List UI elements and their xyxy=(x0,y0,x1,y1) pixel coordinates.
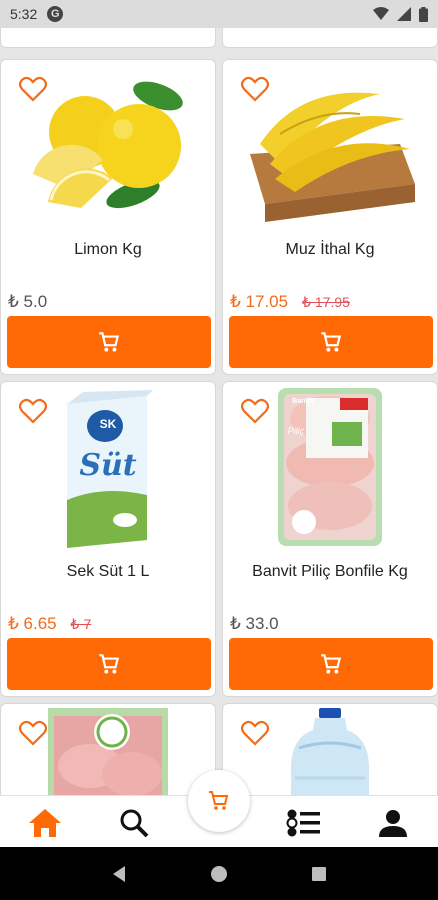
product-name: Limon Kg xyxy=(74,241,142,258)
nav-search[interactable] xyxy=(114,806,154,840)
milk-logo: SK xyxy=(99,417,117,431)
old-price: ₺ 17.95 xyxy=(302,294,350,310)
app-screen: 5:32 G Limon Kg ₺ 5.0 Muz İthal Kg ₺ 17.… xyxy=(0,0,438,900)
product-name: Muz İthal Kg xyxy=(285,241,375,258)
person-icon xyxy=(379,810,407,837)
product-price: ₺ 17.05 xyxy=(230,292,289,311)
search-icon xyxy=(120,809,149,838)
milk-label: Süt xyxy=(79,448,137,483)
back-icon[interactable] xyxy=(111,865,127,883)
bananas-image xyxy=(250,92,415,222)
cart-icon xyxy=(209,791,229,810)
notification-badge: G xyxy=(47,6,64,22)
cart-icon xyxy=(99,332,120,352)
product-grid: Limon Kg ₺ 5.0 Muz İthal Kg ₺ 17.05 ₺ 17… xyxy=(0,0,438,900)
lemons-image xyxy=(33,81,183,209)
old-price: ₺ 7 xyxy=(70,616,92,632)
signal-icon xyxy=(397,7,411,21)
product-card[interactable]: Limon Kg ₺ 5.0 xyxy=(0,59,216,375)
product-name: Sek Süt 1 L xyxy=(66,563,150,580)
home-circle-icon[interactable] xyxy=(210,865,228,883)
product-price: ₺ 33.0 xyxy=(230,614,279,633)
add-to-cart-button[interactable] xyxy=(7,638,211,690)
nav-home[interactable] xyxy=(25,806,65,840)
wifi-icon xyxy=(373,7,389,20)
product-price: ₺ 5.0 xyxy=(8,292,48,311)
cart-icon xyxy=(321,332,342,352)
chicken-pack-image xyxy=(278,388,382,546)
product-card[interactable]: Muz İthal Kg ₺ 17.05 ₺ 17.95 xyxy=(222,59,438,375)
price-row: ₺ 6.65 ₺ 7 xyxy=(8,614,91,634)
meat-pack-image xyxy=(48,708,168,808)
system-navigation xyxy=(0,847,438,900)
battery-icon xyxy=(419,6,428,22)
cart-icon xyxy=(321,654,342,674)
price-row: ₺ 33.0 xyxy=(230,614,279,634)
home-icon xyxy=(29,809,61,837)
chicken-brand: Banvit xyxy=(292,398,314,405)
list-icon xyxy=(286,809,320,837)
product-image xyxy=(223,74,437,224)
product-image xyxy=(1,708,215,808)
price-row: ₺ 5.0 xyxy=(8,292,47,312)
product-card[interactable]: SK Süt Sek Süt 1 L ₺ 6.65 ₺ 7 xyxy=(0,381,216,697)
water-bottle-image xyxy=(291,708,369,808)
price-row: ₺ 17.05 ₺ 17.95 xyxy=(230,292,350,312)
product-image xyxy=(223,388,437,548)
product-name: Banvit Piliç Bonfile Kg xyxy=(252,563,408,580)
nav-orders[interactable] xyxy=(284,806,324,840)
add-to-cart-button[interactable] xyxy=(229,316,433,368)
cart-fab-button[interactable] xyxy=(188,770,250,832)
chicken-sub: Piliç xyxy=(287,426,305,436)
recents-icon[interactable] xyxy=(311,866,327,882)
product-image xyxy=(223,708,437,808)
add-to-cart-button[interactable] xyxy=(229,638,433,690)
add-to-cart-button[interactable] xyxy=(7,316,211,368)
cart-icon xyxy=(99,654,120,674)
status-time: 5:32 xyxy=(10,6,38,22)
status-bar: 5:32 G xyxy=(0,0,438,28)
nav-profile[interactable] xyxy=(373,806,413,840)
product-price: ₺ 6.65 xyxy=(8,614,57,633)
product-card[interactable]: Banvit Piliç Banvit Piliç Bonfile Kg ₺ 3… xyxy=(222,381,438,697)
product-image xyxy=(1,74,215,224)
